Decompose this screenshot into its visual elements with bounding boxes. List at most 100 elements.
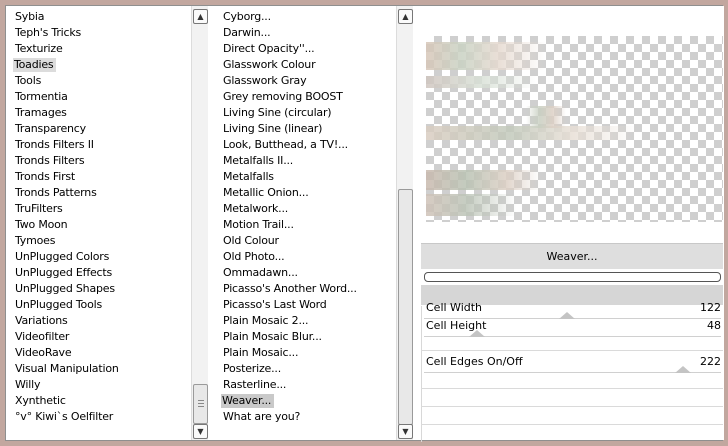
category-list-item[interactable]: UnPlugged Shapes — [6, 281, 209, 297]
filter-list-item[interactable]: Picasso's Last Word — [214, 297, 416, 313]
filter-list-item-label: Motion Trail... — [223, 218, 294, 231]
category-items: Sybia Teph's Tricks Texturize Toadies Tools T… — [6, 9, 209, 425]
slider-handle[interactable] — [559, 312, 575, 319]
filter-list-item-label: Direct Opacity''... — [223, 42, 315, 55]
progress-bar — [424, 272, 721, 282]
scroll-down-icon[interactable]: ▼ — [193, 424, 208, 439]
category-list[interactable]: Sybia Teph's Tricks Texturize Toadies Tools T… — [6, 6, 209, 440]
filter-list-item[interactable]: Motion Trail... — [214, 217, 416, 233]
filter-list-item[interactable]: What are you? — [214, 409, 416, 425]
category-list-item[interactable]: Tronds Filters — [6, 153, 209, 169]
category-list-item[interactable]: Willy — [6, 377, 209, 393]
slider-handle[interactable] — [469, 330, 485, 337]
category-list-item-label: Teph's Tricks — [15, 26, 82, 39]
plugin-name-button[interactable]: Weaver... — [421, 243, 723, 269]
category-list-item[interactable]: Xynthetic — [6, 393, 209, 409]
filter-list-item-label: Look, Butthead, a TV!... — [223, 138, 348, 151]
filter-list-item-label: Rasterline... — [223, 378, 287, 391]
category-list-item[interactable]: Texturize — [6, 41, 209, 57]
filter-list-item[interactable]: Posterize... — [214, 361, 416, 377]
category-list-item-label: Transparency — [15, 122, 86, 135]
filter-list-item-label: Grey removing BOOST — [223, 90, 343, 103]
filter-list-item[interactable]: Glasswork Colour — [214, 57, 416, 73]
category-list-item[interactable]: UnPlugged Effects — [6, 265, 209, 281]
param-label: Cell Edges On/Off — [426, 355, 523, 368]
category-list-item[interactable]: Tormentia — [6, 89, 209, 105]
filter-dialog: Sybia Teph's Tricks Texturize Toadies Tools T… — [5, 5, 724, 442]
category-list-item[interactable]: Tronds First — [6, 169, 209, 185]
filter-list-item[interactable]: Metalfalls II... — [214, 153, 416, 169]
filter-list-item-label: Plain Mosaic Blur... — [223, 330, 322, 343]
filter-list-item[interactable]: Direct Opacity''... — [214, 41, 416, 57]
category-list-item[interactable]: Tymoes — [6, 233, 209, 249]
category-list-item-label: Two Moon — [15, 218, 68, 231]
filter-list-item[interactable]: Living Sine (circular) — [214, 105, 416, 121]
category-list-item-label: Tronds First — [15, 170, 76, 183]
filter-list-item[interactable]: Old Photo... — [214, 249, 416, 265]
filter-list-item[interactable]: Look, Butthead, a TV!... — [214, 137, 416, 153]
filter-scroll-thumb[interactable] — [398, 189, 413, 425]
category-list-item[interactable]: Toadies — [6, 57, 209, 73]
filter-list-item[interactable]: Cyborg... — [214, 9, 416, 25]
filter-list-item[interactable]: Grey removing BOOST — [214, 89, 416, 105]
scroll-down-icon[interactable]: ▼ — [398, 424, 413, 439]
category-list-item[interactable]: Transparency — [6, 121, 209, 137]
filter-list-item[interactable]: Plain Mosaic... — [214, 345, 416, 361]
filter-list-item[interactable]: Old Colour — [214, 233, 416, 249]
scroll-up-icon[interactable]: ▲ — [193, 9, 208, 24]
filter-list-item[interactable]: Metalwork... — [214, 201, 416, 217]
filter-list-item-label: Metalfalls — [223, 170, 274, 183]
category-list-item-label: Sybia — [15, 10, 45, 23]
filter-list-item-label: Picasso's Another Word... — [223, 282, 357, 295]
filter-list-item[interactable]: Living Sine (linear) — [214, 121, 416, 137]
category-scrollbar[interactable]: ▲ ▼ — [191, 6, 208, 440]
filter-list-item[interactable]: Weaver... — [214, 393, 416, 409]
category-list-item[interactable]: Tools — [6, 73, 209, 89]
filter-list-item-label: Darwin... — [223, 26, 271, 39]
filter-list-item-label: Ommadawn... — [223, 266, 298, 279]
category-list-item[interactable]: VideoRave — [6, 345, 209, 361]
category-list-item[interactable]: Tramages — [6, 105, 209, 121]
slider-handle[interactable] — [675, 366, 691, 373]
filter-list-item-label: Plain Mosaic... — [223, 346, 299, 359]
filter-list[interactable]: Cyborg... Darwin... Direct Opacity''... Gla… — [214, 6, 416, 440]
param-value: 122 — [700, 301, 721, 314]
filter-list-item[interactable]: Plain Mosaic Blur... — [214, 329, 416, 345]
filter-list-item-label: Metallic Onion... — [223, 186, 309, 199]
filter-list-item-label: Plain Mosaic 2... — [223, 314, 309, 327]
category-list-item[interactable]: Teph's Tricks — [6, 25, 209, 41]
category-list-item[interactable]: Tronds Filters II — [6, 137, 209, 153]
category-list-item[interactable]: °v° Kiwi`s Oelfilter — [6, 409, 209, 425]
filter-list-item[interactable]: Metallic Onion... — [214, 185, 416, 201]
category-list-item[interactable]: UnPlugged Colors — [6, 249, 209, 265]
filter-list-item[interactable]: Ommadawn... — [214, 265, 416, 281]
category-list-item-label: Texturize — [15, 42, 63, 55]
category-scroll-thumb[interactable] — [193, 384, 208, 424]
filter-list-item[interactable]: Glasswork Gray — [214, 73, 416, 89]
category-list-item-label: Videofilter — [15, 330, 70, 343]
category-list-item-label: UnPlugged Tools — [15, 298, 102, 311]
scroll-up-icon[interactable]: ▲ — [398, 9, 413, 24]
filter-scrollbar[interactable]: ▲ ▼ — [396, 6, 413, 440]
category-list-item-label: UnPlugged Colors — [15, 250, 110, 263]
category-list-item[interactable]: Tronds Patterns — [6, 185, 209, 201]
filter-list-item[interactable]: Picasso's Another Word... — [214, 281, 416, 297]
category-list-item-label: Tymoes — [15, 234, 56, 247]
filter-list-item-label: Metalwork... — [223, 202, 289, 215]
category-list-item-label: Tronds Filters — [15, 154, 85, 167]
category-list-item-label: UnPlugged Effects — [15, 266, 113, 279]
category-list-item[interactable]: UnPlugged Tools — [6, 297, 209, 313]
category-list-item[interactable]: TruFilters — [6, 201, 209, 217]
category-list-item[interactable]: Variations — [6, 313, 209, 329]
filter-list-item[interactable]: Plain Mosaic 2... — [214, 313, 416, 329]
filter-list-item-label: What are you? — [223, 410, 301, 423]
category-list-item-label: Variations — [15, 314, 68, 327]
filter-list-item[interactable]: Rasterline... — [214, 377, 416, 393]
filter-list-item-label: Weaver... — [221, 394, 275, 408]
category-list-item[interactable]: Sybia — [6, 9, 209, 25]
category-list-item[interactable]: Two Moon — [6, 217, 209, 233]
category-list-item[interactable]: Visual Manipulation — [6, 361, 209, 377]
category-list-item[interactable]: Videofilter — [6, 329, 209, 345]
filter-list-item[interactable]: Darwin... — [214, 25, 416, 41]
filter-list-item[interactable]: Metalfalls — [214, 169, 416, 185]
